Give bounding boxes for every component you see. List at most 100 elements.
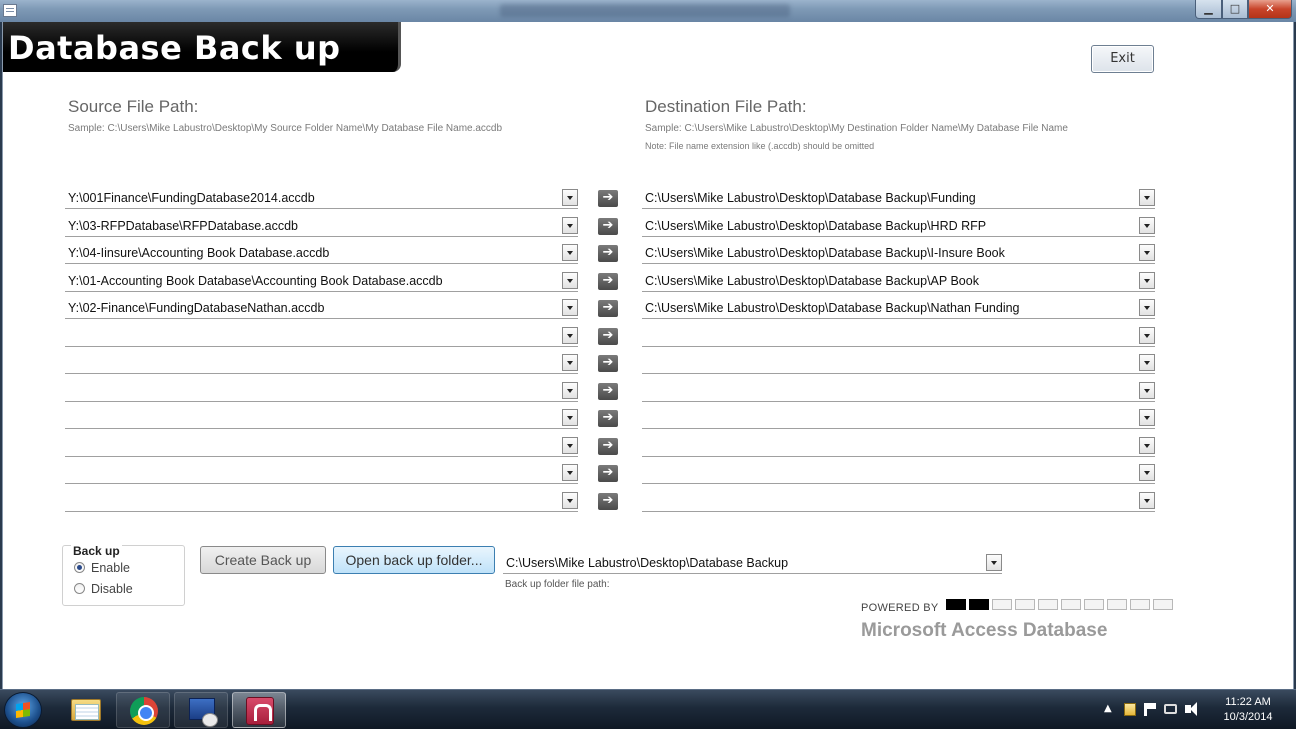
create-backup-button[interactable]: Create Back up: [200, 546, 326, 574]
show-hidden-icons-button[interactable]: ▲: [1104, 703, 1112, 714]
source-path-combo[interactable]: Y:\02-Finance\FundingDatabaseNathan.accd…: [65, 297, 578, 319]
volume-icon[interactable]: [1185, 702, 1197, 716]
source-path-combo[interactable]: [65, 435, 578, 457]
chevron-down-icon[interactable]: [1139, 492, 1155, 509]
source-path-combo[interactable]: Y:\03-RFPDatabase\RFPDatabase.accdb: [65, 215, 578, 237]
backup-folder-value[interactable]: C:\Users\Mike Labustro\Desktop\Database …: [506, 556, 788, 570]
chevron-down-icon[interactable]: [1139, 244, 1155, 261]
power-level-cell: [992, 599, 1012, 610]
chevron-down-icon[interactable]: [562, 492, 578, 509]
chevron-down-icon[interactable]: [562, 354, 578, 371]
destination-path-combo[interactable]: [642, 435, 1155, 457]
source-path-value[interactable]: Y:\01-Accounting Book Database\Accountin…: [68, 274, 443, 288]
chevron-down-icon[interactable]: [562, 464, 578, 481]
power-level-cell: [1015, 599, 1035, 610]
destination-path-combo[interactable]: [642, 380, 1155, 402]
destination-path-value[interactable]: C:\Users\Mike Labustro\Desktop\Database …: [645, 219, 986, 233]
chevron-down-icon[interactable]: [562, 244, 578, 261]
taskbar-remote-desktop[interactable]: [174, 692, 228, 728]
word-tray-icon[interactable]: [1124, 703, 1136, 716]
taskbar-chrome[interactable]: [116, 692, 170, 728]
chevron-down-icon[interactable]: [1139, 409, 1155, 426]
source-path-combo[interactable]: [65, 325, 578, 347]
access-form-icon[interactable]: [3, 4, 17, 17]
chevron-down-icon[interactable]: [562, 437, 578, 454]
taskbar-clock[interactable]: 11:22 AM 10/3/2014: [1216, 695, 1280, 725]
chevron-down-icon[interactable]: [1139, 354, 1155, 371]
radio-selected-icon[interactable]: [74, 562, 85, 573]
chevron-down-icon[interactable]: [1139, 327, 1155, 344]
source-path-combo[interactable]: [65, 462, 578, 484]
chevron-down-icon[interactable]: [1139, 382, 1155, 399]
source-path-value[interactable]: Y:\03-RFPDatabase\RFPDatabase.accdb: [68, 219, 298, 233]
destination-path-combo[interactable]: [642, 490, 1155, 512]
copy-arrow-button[interactable]: ➔: [598, 328, 618, 345]
chevron-down-icon[interactable]: [562, 327, 578, 344]
destination-path-combo[interactable]: C:\Users\Mike Labustro\Desktop\Database …: [642, 270, 1155, 292]
destination-path-value[interactable]: C:\Users\Mike Labustro\Desktop\Database …: [645, 274, 979, 288]
chevron-down-icon[interactable]: [1139, 464, 1155, 481]
destination-path-combo[interactable]: [642, 325, 1155, 347]
source-path-value[interactable]: Y:\04-Iinsure\Accounting Book Database.a…: [68, 246, 329, 260]
chevron-down-icon[interactable]: [1139, 217, 1155, 234]
copy-arrow-button[interactable]: ➔: [598, 273, 618, 290]
source-path-combo[interactable]: [65, 380, 578, 402]
copy-arrow-button[interactable]: ➔: [598, 190, 618, 207]
source-path-combo[interactable]: Y:\001Finance\FundingDatabase2014.accdb: [65, 187, 578, 209]
source-path-combo[interactable]: [65, 407, 578, 429]
open-backup-folder-button[interactable]: Open back up folder...: [333, 546, 495, 574]
enable-radio[interactable]: Enable: [74, 561, 130, 575]
chevron-down-icon[interactable]: [562, 272, 578, 289]
copy-arrow-button[interactable]: ➔: [598, 438, 618, 455]
copy-arrow-button[interactable]: ➔: [598, 383, 618, 400]
destination-path-value[interactable]: C:\Users\Mike Labustro\Desktop\Database …: [645, 246, 1005, 260]
source-path-value[interactable]: Y:\001Finance\FundingDatabase2014.accdb: [68, 191, 315, 205]
destination-path-value[interactable]: C:\Users\Mike Labustro\Desktop\Database …: [645, 301, 1020, 315]
chevron-down-icon[interactable]: [562, 189, 578, 206]
chevron-down-icon[interactable]: [1139, 272, 1155, 289]
backup-folder-combo[interactable]: C:\Users\Mike Labustro\Desktop\Database …: [503, 552, 1002, 574]
destination-path-combo[interactable]: [642, 352, 1155, 374]
destination-path-combo[interactable]: C:\Users\Mike Labustro\Desktop\Database …: [642, 187, 1155, 209]
taskbar-explorer[interactable]: [58, 692, 112, 728]
chevron-down-icon[interactable]: [1139, 189, 1155, 206]
exit-button[interactable]: Exit: [1091, 45, 1154, 73]
source-path-value[interactable]: Y:\02-Finance\FundingDatabaseNathan.accd…: [68, 301, 324, 315]
power-level-cell: [1153, 599, 1173, 610]
network-icon[interactable]: [1164, 704, 1177, 714]
action-center-flag-icon[interactable]: [1144, 703, 1156, 716]
copy-arrow-button[interactable]: ➔: [598, 355, 618, 372]
copy-arrow-button[interactable]: ➔: [598, 493, 618, 510]
start-button[interactable]: [4, 692, 42, 728]
radio-unselected-icon[interactable]: [74, 583, 85, 594]
destination-path-combo[interactable]: C:\Users\Mike Labustro\Desktop\Database …: [642, 297, 1155, 319]
chevron-down-icon[interactable]: [562, 382, 578, 399]
copy-arrow-button[interactable]: ➔: [598, 410, 618, 427]
maximize-button[interactable]: □: [1222, 0, 1248, 19]
minimize-button[interactable]: ▁: [1195, 0, 1222, 19]
destination-path-value[interactable]: C:\Users\Mike Labustro\Desktop\Database …: [645, 191, 976, 205]
source-path-combo[interactable]: [65, 352, 578, 374]
chevron-down-icon[interactable]: [562, 409, 578, 426]
source-path-combo[interactable]: [65, 490, 578, 512]
chevron-down-icon[interactable]: [986, 554, 1002, 571]
copy-arrow-button[interactable]: ➔: [598, 465, 618, 482]
destination-path-combo[interactable]: [642, 407, 1155, 429]
backup-group-legend: Back up: [71, 544, 122, 558]
source-path-combo[interactable]: Y:\04-Iinsure\Accounting Book Database.a…: [65, 242, 578, 264]
destination-path-combo[interactable]: C:\Users\Mike Labustro\Desktop\Database …: [642, 215, 1155, 237]
destination-path-combo[interactable]: C:\Users\Mike Labustro\Desktop\Database …: [642, 242, 1155, 264]
destination-path-combo[interactable]: [642, 462, 1155, 484]
close-button[interactable]: ✕: [1248, 0, 1292, 19]
copy-arrow-button[interactable]: ➔: [598, 300, 618, 317]
chevron-down-icon[interactable]: [1139, 437, 1155, 454]
chevron-down-icon[interactable]: [562, 217, 578, 234]
source-path-combo[interactable]: Y:\01-Accounting Book Database\Accountin…: [65, 270, 578, 292]
chevron-down-icon[interactable]: [1139, 299, 1155, 316]
copy-arrow-button[interactable]: ➔: [598, 245, 618, 262]
disable-radio[interactable]: Disable: [74, 582, 133, 596]
destination-heading: Destination File Path:: [645, 97, 807, 116]
chevron-down-icon[interactable]: [562, 299, 578, 316]
copy-arrow-button[interactable]: ➔: [598, 218, 618, 235]
taskbar-access[interactable]: [232, 692, 286, 728]
